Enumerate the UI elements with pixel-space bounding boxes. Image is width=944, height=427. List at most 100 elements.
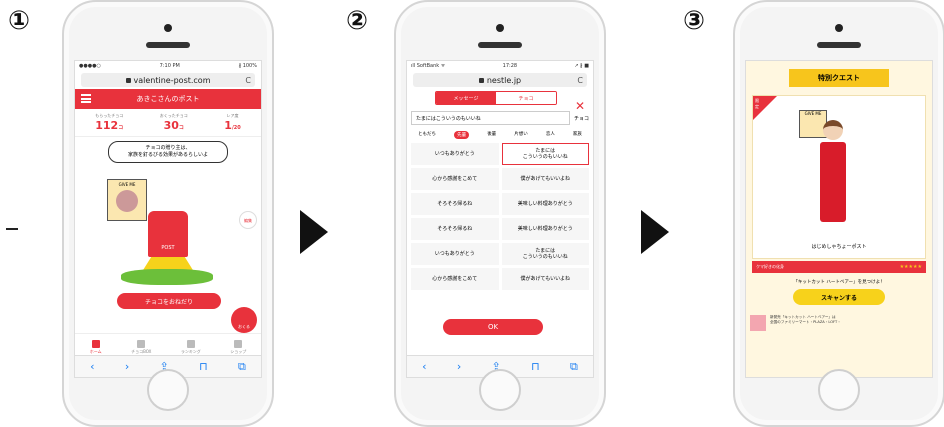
- category-item[interactable]: 片想い: [514, 131, 528, 139]
- edit-button[interactable]: 編集: [239, 211, 257, 229]
- battery: ↗ ∦ ■: [574, 63, 589, 69]
- character-figure: [813, 120, 853, 230]
- tab-home[interactable]: ホーム: [90, 340, 102, 355]
- camera-icon: [496, 24, 504, 32]
- message-option[interactable]: そろそろ帰るね: [411, 193, 499, 215]
- hamburger-icon[interactable]: [81, 94, 91, 103]
- battery: ∦ 100%: [238, 63, 257, 69]
- carrier: ●●●●○: [79, 63, 101, 69]
- arrow-right-icon: [641, 210, 669, 254]
- bookmarks-icon[interactable]: ⊓: [199, 360, 208, 373]
- lock-icon: [125, 77, 131, 83]
- category-item[interactable]: ともだち: [418, 131, 436, 139]
- avatar: [116, 190, 138, 212]
- mission-text: 「キットカット ハートベアー」を見つけよ！: [793, 280, 885, 285]
- reload-icon[interactable]: C: [577, 76, 583, 85]
- message-input[interactable]: たまにはこういうのもいいね: [411, 111, 570, 125]
- tabs-icon[interactable]: ⧉: [238, 360, 246, 374]
- message-suffix: チョコ: [573, 115, 589, 122]
- step-number-3: ③: [683, 6, 706, 36]
- home-button[interactable]: [147, 369, 189, 411]
- message-option[interactable]: たまには こういうのもいいね: [501, 243, 589, 265]
- close-icon[interactable]: ✕: [575, 99, 585, 113]
- message-option[interactable]: 僕があげてもいいよね: [501, 168, 589, 190]
- camera-icon: [835, 24, 843, 32]
- message-option[interactable]: 心から感謝をこめて: [411, 168, 499, 190]
- url-bar[interactable]: nestle.jp C: [413, 73, 587, 87]
- post-label: POST: [161, 245, 175, 251]
- forward-icon[interactable]: ›: [125, 360, 129, 373]
- screen-2: ıll SoftBank ᯤ 17:28 ↗ ∦ ■ nestle.jp C メ…: [406, 60, 594, 378]
- lock-icon: [478, 77, 484, 83]
- sign-text: GIVE ME: [118, 182, 136, 187]
- reload-icon[interactable]: C: [245, 76, 251, 85]
- message-option[interactable]: 美味しい料理ありがとう: [501, 193, 589, 215]
- back-icon[interactable]: ‹: [90, 360, 94, 373]
- message-option[interactable]: 僕があげてもいいよね: [501, 268, 589, 290]
- category-item[interactable]: 家族: [573, 131, 582, 139]
- back-icon[interactable]: ‹: [422, 360, 426, 373]
- stat-sent: おくったチョコ 30コ: [160, 113, 188, 132]
- app-header: あきこさんのポスト: [75, 89, 261, 109]
- stat-received: もらったチョコ 112コ: [95, 113, 123, 132]
- url-text: valentine-post.com: [133, 75, 211, 85]
- news-item[interactable]: 新発売「キットカット ハートベアー」は 全国のファミリーマート・PLAZA・LO…: [750, 315, 928, 331]
- tab-message[interactable]: メッセージ: [436, 92, 496, 104]
- stats-row: もらったチョコ 112コ おくったチョコ 30コ レア度 1/20: [75, 109, 261, 137]
- message-option[interactable]: いつもありがとう: [411, 243, 499, 265]
- screen-3: 特別クエスト 限定 GIVE ME はじめしゃちょーポスト クマ好きの化身 ★★…: [745, 60, 933, 378]
- category-item[interactable]: 後輩: [487, 131, 496, 139]
- phone-3: 特別クエスト 限定 GIVE ME はじめしゃちょーポスト クマ好きの化身 ★★…: [733, 0, 944, 427]
- send-fab-button[interactable]: おくる: [231, 307, 257, 333]
- scan-button[interactable]: スキャンする: [793, 289, 885, 305]
- dash-mark: [6, 228, 18, 230]
- message-option[interactable]: いつもありがとう: [411, 143, 499, 165]
- request-choco-button[interactable]: チョコをおねだり: [117, 293, 221, 309]
- tabs-icon[interactable]: ⧉: [570, 360, 578, 374]
- speaker-icon: [478, 42, 522, 48]
- message-option-selected[interactable]: たまには こういうのもいいね: [501, 143, 589, 165]
- category-item[interactable]: 恋人: [546, 131, 555, 139]
- message-option[interactable]: 心から感謝をこめて: [411, 268, 499, 290]
- shop-icon: [234, 340, 243, 348]
- camera-icon: [164, 24, 172, 32]
- speech-bubble: チョコの贈り主は、 家族を釘るびる効果があるらしいよ: [108, 141, 228, 163]
- segment-control: メッセージ チョコ: [435, 91, 557, 105]
- grass-base: [121, 269, 213, 285]
- category-list: ともだち 先輩 後輩 片想い 恋人 家族: [409, 131, 591, 139]
- url-text: nestle.jp: [486, 75, 522, 85]
- tab-choco-box[interactable]: チョコBOX: [131, 340, 151, 355]
- message-grid: いつもありがとう たまには こういうのもいいね 心から感謝をこめて 僕があげても…: [407, 143, 593, 290]
- card-name: はじめしゃちょーポスト: [811, 244, 867, 250]
- box-icon: [137, 340, 146, 348]
- status-bar: ●●●●○ 7:10 PM ∦ 100%: [75, 61, 261, 71]
- star-icon: ★★★★★: [899, 264, 922, 270]
- speaker-icon: [146, 42, 190, 48]
- phone-2: ıll SoftBank ᯤ 17:28 ↗ ∦ ■ nestle.jp C メ…: [394, 0, 606, 427]
- page-title: あきこさんのポスト: [136, 95, 200, 103]
- stat-value: 30コ: [163, 119, 184, 132]
- url-bar[interactable]: valentine-post.com C: [81, 73, 255, 87]
- rarity-label: クマ好きの化身: [756, 264, 784, 269]
- limited-ribbon: 限定: [753, 96, 777, 120]
- bookmarks-icon[interactable]: ⊓: [531, 360, 540, 373]
- tab-choco[interactable]: チョコ: [496, 92, 556, 104]
- ok-button[interactable]: OK: [443, 319, 543, 335]
- character-head: [823, 120, 843, 140]
- step-number-1: ①: [8, 6, 31, 36]
- tab-shop[interactable]: ショップ: [230, 340, 246, 355]
- home-icon: [91, 340, 100, 348]
- screen-1: ●●●●○ 7:10 PM ∦ 100% valentine-post.com …: [74, 60, 262, 378]
- post-body: POST: [148, 211, 188, 257]
- forward-icon[interactable]: ›: [457, 360, 461, 373]
- tab-ranking[interactable]: ランキング: [181, 340, 201, 355]
- message-option[interactable]: 美味しい料理ありがとう: [501, 218, 589, 240]
- home-button[interactable]: [479, 369, 521, 411]
- home-button[interactable]: [818, 369, 860, 411]
- rarity-bar: クマ好きの化身 ★★★★★: [752, 261, 926, 273]
- message-option[interactable]: そろそろ帰るね: [411, 218, 499, 240]
- status-bar: ıll SoftBank ᯤ 17:28 ↗ ∦ ■: [407, 61, 593, 71]
- step-number-2: ②: [346, 6, 369, 36]
- clock: 17:28: [502, 63, 518, 69]
- category-item-selected[interactable]: 先輩: [454, 131, 470, 139]
